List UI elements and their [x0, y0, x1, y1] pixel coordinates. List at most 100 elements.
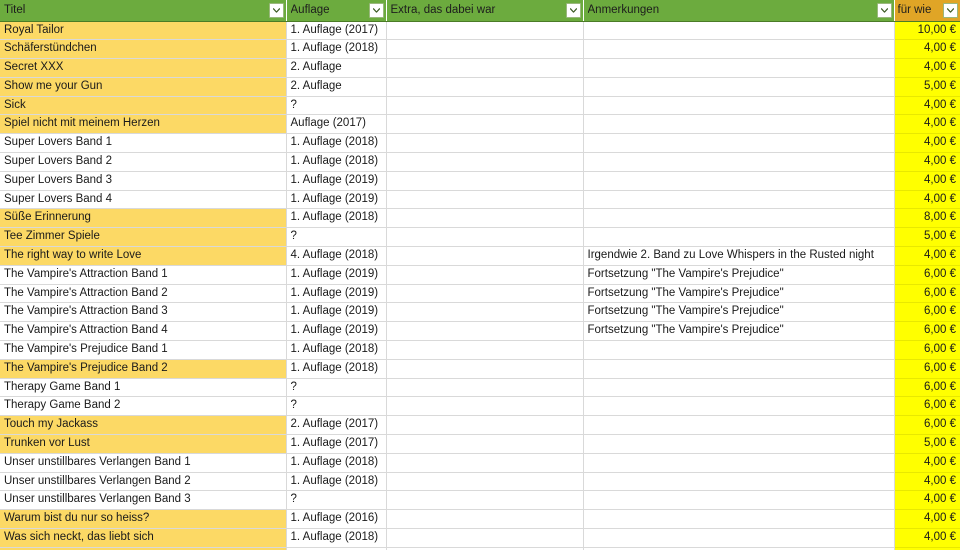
cell-auflage[interactable]: 1. Auflage (2018)	[286, 340, 387, 360]
cell-auflage[interactable]: ?	[286, 396, 387, 417]
cell-anmerkungen[interactable]: Fortsetzung "The Vampire's Prejudice"	[583, 284, 895, 304]
cell-preis[interactable]: 10,00 €	[894, 21, 960, 41]
cell-extra[interactable]	[386, 58, 584, 78]
cell-preis[interactable]: 4,00 €	[894, 58, 960, 78]
cell-preis[interactable]: 4,00 €	[894, 509, 960, 530]
table-row[interactable]: Schäferstündchen 1. Auflage (2018) 4,00 €	[0, 39, 960, 60]
table-row[interactable]: Secret XXX 2. Auflage 4,00 €	[0, 58, 960, 78]
column-header-titel[interactable]: Titel	[0, 0, 287, 22]
cell-anmerkungen[interactable]	[583, 190, 895, 210]
cell-extra[interactable]	[386, 378, 584, 398]
cell-extra[interactable]	[386, 114, 584, 135]
cell-extra[interactable]	[386, 208, 584, 229]
filter-chevron-down-icon-auflage[interactable]	[368, 2, 384, 18]
cell-titel[interactable]: Unser unstillbares Verlangen Band 2	[0, 472, 287, 492]
cell-auflage[interactable]: ?	[286, 378, 387, 398]
cell-anmerkungen[interactable]	[583, 396, 895, 417]
cell-titel[interactable]: Super Lovers Band 2	[0, 152, 287, 172]
cell-titel[interactable]: The Vampire's Attraction Band 4	[0, 321, 287, 342]
cell-auflage[interactable]: 1. Auflage (2019)	[286, 171, 387, 191]
cell-extra[interactable]	[386, 265, 584, 285]
cell-anmerkungen[interactable]	[583, 77, 895, 97]
table-row[interactable]: Warum bist du nur so heiss? 1. Auflage (2…	[0, 509, 960, 530]
cell-titel[interactable]: Sick	[0, 96, 287, 116]
cell-titel[interactable]: Royal Tailor	[0, 21, 287, 41]
cell-extra[interactable]	[386, 284, 584, 304]
cell-anmerkungen[interactable]	[583, 472, 895, 492]
table-row[interactable]: Super Lovers Band 4 1. Auflage (2019) 4,00…	[0, 190, 960, 210]
table-row[interactable]: Süße Erinnerung 1. Auflage (2018) 8,00 €	[0, 208, 960, 229]
table-row[interactable]: Unser unstillbares Verlangen Band 3? 4,00…	[0, 490, 960, 511]
cell-titel[interactable]: The Vampire's Prejudice Band 2	[0, 359, 287, 379]
cell-auflage[interactable]: ?	[286, 96, 387, 116]
cell-titel[interactable]: Was sich neckt, das liebt sich	[0, 528, 287, 548]
cell-anmerkungen[interactable]	[583, 152, 895, 172]
table-row[interactable]: Trunken vor Lust 1. Auflage (2017) 5,00 €	[0, 434, 960, 454]
cell-titel[interactable]: Therapy Game Band 1	[0, 378, 287, 398]
cell-preis[interactable]: 6,00 €	[894, 396, 960, 417]
cell-auflage[interactable]: 1. Auflage (2018)	[286, 152, 387, 172]
cell-anmerkungen[interactable]	[583, 340, 895, 360]
cell-titel[interactable]: Super Lovers Band 1	[0, 133, 287, 154]
cell-auflage[interactable]: 1. Auflage (2018)	[286, 133, 387, 154]
table-row[interactable]: Was sich neckt, das liebt sich 1. Auflage…	[0, 528, 960, 548]
cell-titel[interactable]: Super Lovers Band 3	[0, 171, 287, 191]
cell-preis[interactable]: 4,00 €	[894, 472, 960, 492]
cell-titel[interactable]: The Vampire's Attraction Band 1	[0, 265, 287, 285]
cell-titel[interactable]: Super Lovers Band 4	[0, 190, 287, 210]
cell-auflage[interactable]: 2. Auflage	[286, 58, 387, 78]
cell-auflage[interactable]: 1. Auflage (2018)	[286, 208, 387, 229]
cell-anmerkungen[interactable]	[583, 208, 895, 229]
cell-anmerkungen[interactable]	[583, 114, 895, 135]
cell-extra[interactable]	[386, 340, 584, 360]
cell-auflage[interactable]: ?	[286, 227, 387, 248]
table-row[interactable]: Sick? 4,00 €	[0, 96, 960, 116]
cell-anmerkungen[interactable]	[583, 58, 895, 78]
cell-auflage[interactable]: 1. Auflage (2018)	[286, 453, 387, 473]
cell-extra[interactable]	[386, 302, 584, 323]
cell-anmerkungen[interactable]	[583, 133, 895, 154]
cell-auflage[interactable]: 1. Auflage (2017)	[286, 434, 387, 454]
cell-anmerkungen[interactable]	[583, 21, 895, 41]
cell-preis[interactable]: 4,00 €	[894, 453, 960, 473]
table-row[interactable]: Royal Tailor 1. Auflage (2017) 10,00 €	[0, 21, 960, 41]
column-header-auflage[interactable]: Auflage	[286, 0, 387, 22]
cell-preis[interactable]: 4,00 €	[894, 190, 960, 210]
cell-auflage[interactable]: 2. Auflage (2017)	[286, 415, 387, 436]
column-header-extra[interactable]: Extra, das dabei war	[386, 0, 584, 22]
cell-preis[interactable]: 4,00 €	[894, 171, 960, 191]
cell-preis[interactable]: 4,00 €	[894, 490, 960, 511]
cell-titel[interactable]: Schäferstündchen	[0, 39, 287, 60]
cell-titel[interactable]: Therapy Game Band 2	[0, 396, 287, 417]
cell-titel[interactable]: Secret XXX	[0, 58, 287, 78]
cell-auflage[interactable]: 1. Auflage (2017)	[286, 21, 387, 41]
cell-anmerkungen[interactable]: Irgendwie 2. Band zu Love Whispers in th…	[583, 246, 895, 266]
cell-titel[interactable]: The Vampire's Attraction Band 2	[0, 284, 287, 304]
cell-auflage[interactable]: 1. Auflage (2019)	[286, 302, 387, 323]
cell-extra[interactable]	[386, 490, 584, 511]
cell-extra[interactable]	[386, 171, 584, 191]
cell-titel[interactable]: The Vampire's Prejudice Band 1	[0, 340, 287, 360]
cell-extra[interactable]	[386, 246, 584, 266]
cell-preis[interactable]: 6,00 €	[894, 265, 960, 285]
cell-preis[interactable]: 6,00 €	[894, 415, 960, 436]
cell-preis[interactable]: 5,00 €	[894, 434, 960, 454]
filter-chevron-down-icon-preis[interactable]	[943, 2, 958, 18]
cell-titel[interactable]: Unser unstillbares Verlangen Band 3	[0, 490, 287, 511]
table-row[interactable]: The Vampire's Attraction Band 4 1. Auflag…	[0, 321, 960, 342]
table-row[interactable]: Therapy Game Band 2? 6,00 €	[0, 396, 960, 417]
table-row[interactable]: Spiel nicht mit meinem Herzen Auflage (20…	[0, 114, 960, 135]
cell-anmerkungen[interactable]	[583, 509, 895, 530]
cell-preis[interactable]: 5,00 €	[894, 77, 960, 97]
cell-extra[interactable]	[386, 321, 584, 342]
cell-anmerkungen[interactable]	[583, 96, 895, 116]
cell-preis[interactable]: 4,00 €	[894, 528, 960, 548]
cell-titel[interactable]: Spiel nicht mit meinem Herzen	[0, 114, 287, 135]
cell-titel[interactable]: The Vampire's Attraction Band 3	[0, 302, 287, 323]
cell-preis[interactable]: 6,00 €	[894, 359, 960, 379]
cell-anmerkungen[interactable]	[583, 359, 895, 379]
cell-auflage[interactable]: ?	[286, 490, 387, 511]
table-row[interactable]: Super Lovers Band 2 1. Auflage (2018) 4,00…	[0, 152, 960, 172]
table-row[interactable]: The Vampire's Attraction Band 2 1. Auflag…	[0, 284, 960, 304]
table-row[interactable]: Therapy Game Band 1? 6,00 €	[0, 378, 960, 398]
